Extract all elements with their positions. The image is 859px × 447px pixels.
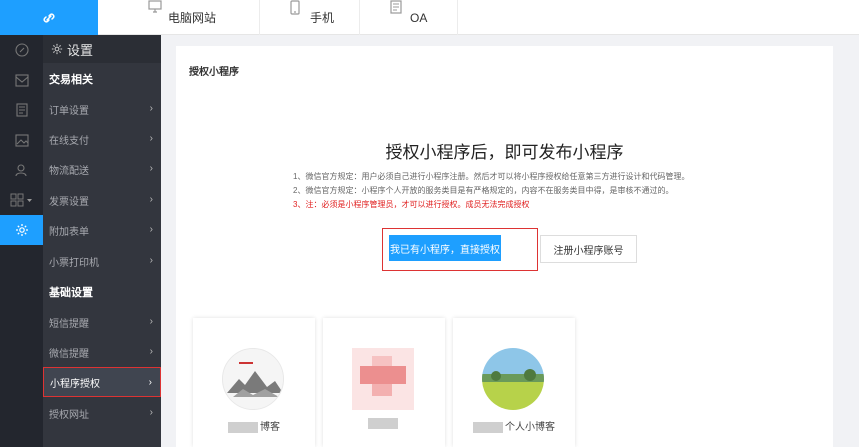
tab-oa[interactable]: OA [360,0,458,35]
chevron-right-icon: › [149,255,153,266]
tab-pc-site-label: 电脑网站 [168,11,217,25]
chevron-right-icon: › [149,103,153,114]
chevron-right-icon: › [149,407,153,418]
sidebar-item-extra-form[interactable]: 附加表单 › [43,215,161,245]
section-basic: 基础设置 [49,287,93,299]
sidebar-item-mini-program-auth[interactable]: 小程序授权 › [43,367,161,397]
document-icon [390,0,402,14]
authorize-button[interactable]: 我已有小程序，直接授权 [389,235,501,261]
chevron-right-icon: › [148,377,152,388]
rail-item-user[interactable] [0,155,43,185]
rail-item-document[interactable] [0,95,43,125]
monitor-icon [148,0,162,13]
submenu-title-label: 设置 [67,42,94,58]
sidebar-item-label: 授权网址 [49,409,89,421]
avatar [352,348,414,410]
link-icon [43,12,55,23]
sidebar-item-label: 小程序授权 [50,378,100,390]
mini-program-name [323,418,445,429]
rail-item-image[interactable] [0,125,43,155]
phone-icon [290,0,300,15]
icon-rail [0,35,43,447]
blurred-text [473,421,503,433]
mountain-ink-icon [223,349,283,409]
sidebar-item-label: 附加表单 [49,226,89,238]
mail-icon [14,73,29,87]
rule-2: 2、微信官方规定：小程序个人开放的服务类目是有严格规定的，内容不在服务类目中得，… [293,186,674,195]
mini-program-name: 个人小博客 [453,418,575,433]
rail-item-link[interactable] [0,35,43,65]
rail-item-mail[interactable] [0,65,43,95]
sidebar-item-label: 短信提醒 [49,318,89,330]
sidebar-item-invoice[interactable]: 发票设置 › [43,185,161,215]
tab-mobile-label: 手机 [310,11,335,25]
chevron-right-icon: › [149,194,153,205]
logo[interactable] [0,0,98,35]
grid-icon [10,193,32,207]
chevron-right-icon: › [149,346,153,357]
user-icon [14,164,27,177]
settings-submenu: 设置 交易相关 订单设置 › 在线支付 › 物流配送 › 发票设置 › 附加表单… [43,35,161,447]
mini-program-card[interactable]: 博客 [193,318,315,447]
mini-program-name: 博客 [193,418,315,433]
sidebar-item-auth-url[interactable]: 授权网址 › [43,398,161,428]
chevron-right-icon: › [149,316,153,327]
mini-program-card[interactable]: 个人小博客 [453,318,575,447]
tab-mobile[interactable]: 手机 [260,0,360,35]
avatar [222,348,284,410]
sidebar-item-receipt-printer[interactable]: 小票打印机 › [43,246,161,276]
image-icon [14,133,29,147]
gear-icon [51,43,63,55]
mini-program-card[interactable] [323,318,445,447]
top-bar: 电脑网站 手机 OA [0,0,859,35]
sidebar-item-label: 订单设置 [49,105,89,117]
rule-1: 1、微信官方规定：用户必须自己进行小程序注册。然后才可以将小程序授权给任意第三方… [293,172,690,181]
avatar [482,348,544,410]
gear-icon [15,224,28,236]
tab-oa-label: OA [410,10,428,25]
link-icon [14,43,29,57]
rail-item-grid[interactable] [0,185,43,215]
register-button[interactable]: 注册小程序账号 [540,235,637,263]
landscape-icon [482,348,544,410]
sidebar-item-label: 微信提醒 [49,348,89,360]
section-trade: 交易相关 [49,74,93,86]
chevron-right-icon: › [149,133,153,144]
rail-item-settings[interactable] [0,215,43,245]
tab-pc-site[interactable]: 电脑网站 [98,0,260,35]
page-title: 授权小程序 [189,67,239,78]
sidebar-item-order-settings[interactable]: 订单设置 › [43,94,161,124]
blurred-avatar-icon [352,348,414,410]
sidebar-item-label: 在线支付 [49,135,89,147]
blurred-text [228,421,258,433]
sidebar-item-label: 小票打印机 [49,257,99,269]
sidebar-item-sms-reminder[interactable]: 短信提醒 › [43,307,161,337]
submenu-title: 设置 [43,35,161,63]
sidebar-item-label: 物流配送 [49,165,89,177]
blurred-text [368,418,398,429]
headline: 授权小程序后，即可发布小程序 [385,143,624,162]
document-icon [15,103,28,117]
sidebar-item-label: 发票设置 [49,196,89,208]
chevron-right-icon: › [149,163,153,174]
sidebar-item-logistics[interactable]: 物流配送 › [43,154,161,184]
main-card: 授权小程序 授权小程序后，即可发布小程序 1、微信官方规定：用户必须自己进行小程… [176,46,833,447]
chevron-right-icon: › [149,224,153,235]
sidebar-item-online-payment[interactable]: 在线支付 › [43,124,161,154]
sidebar-item-wechat-reminder[interactable]: 微信提醒 › [43,337,161,367]
rule-3-warning: 3、注：必须是小程序管理员，才可以进行授权。成员无法完成授权 [293,200,530,209]
